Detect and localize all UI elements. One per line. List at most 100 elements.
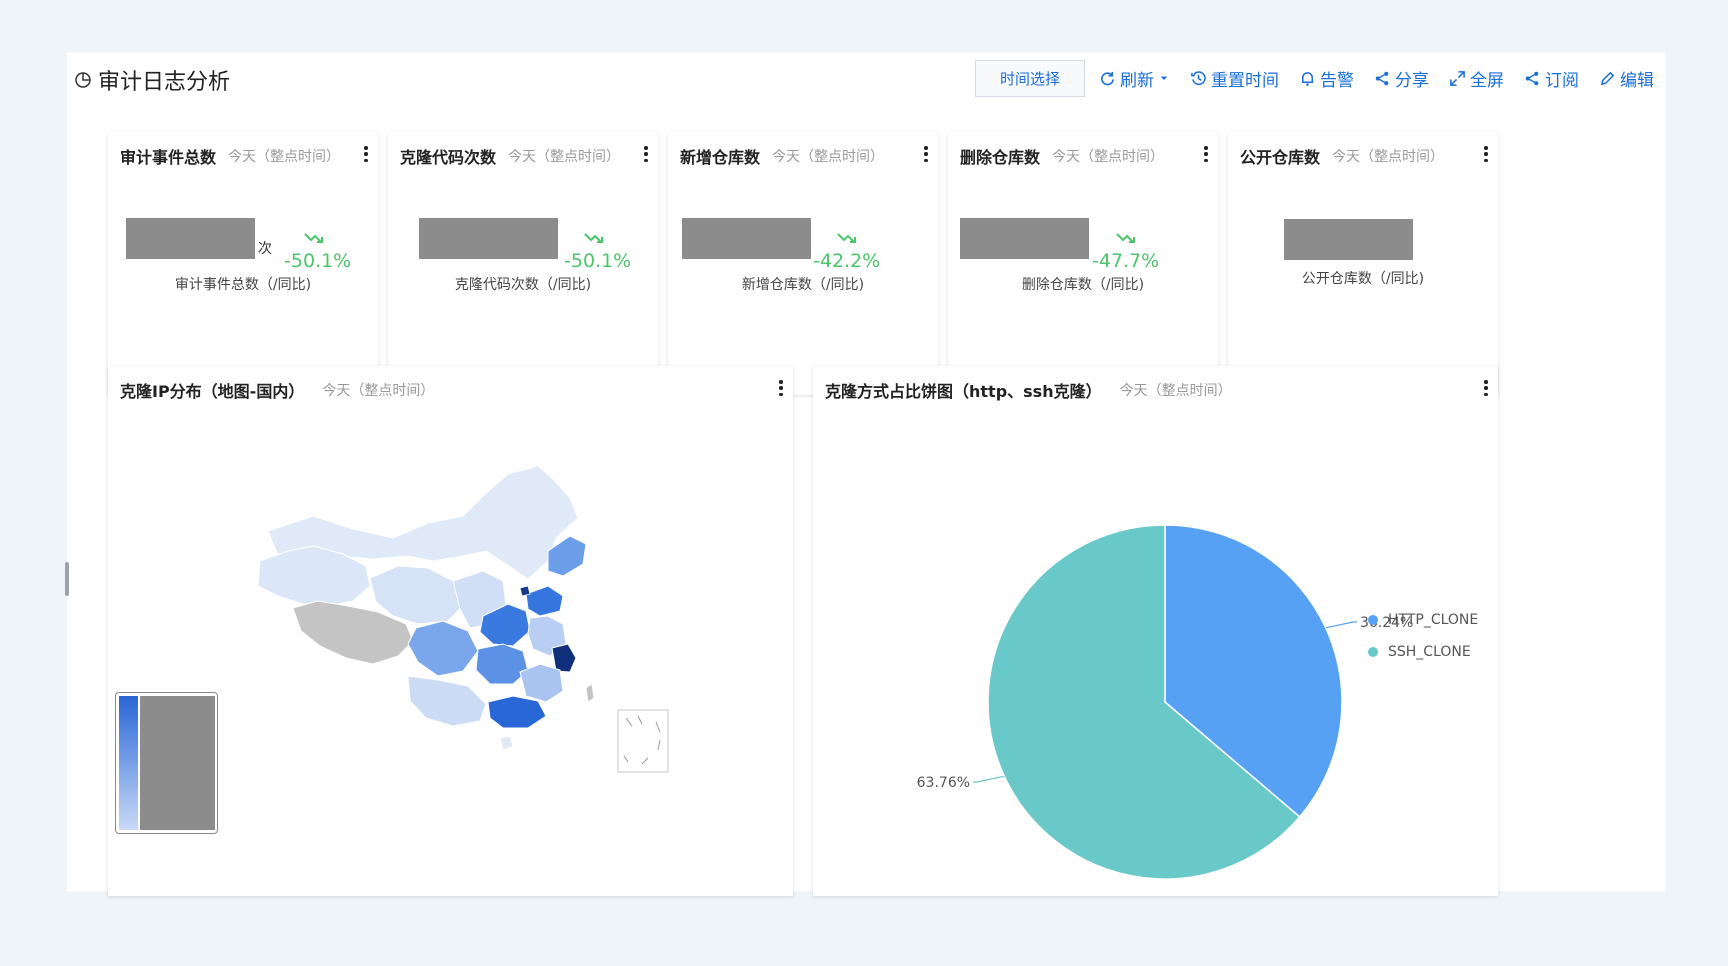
kpi-label: 新增仓库数（/同比) (741, 277, 865, 293)
redacted-value (1284, 219, 1413, 260)
card-subtitle: 今天（整点时间） (228, 149, 341, 165)
map-region-guangdong (487, 695, 547, 729)
dashboard-header: 审计日志分析 时间选择 刷新 重置时间 告警 分享 全屏 订阅 编辑 (67, 53, 1666, 103)
change-percent: -47.7% (1092, 250, 1160, 272)
map-panel: 克隆IP分布（地图-国内） 今天（整点时间） (108, 366, 793, 896)
map-region-beijing (519, 585, 531, 597)
redacted-value (419, 218, 558, 259)
more-menu-icon[interactable] (924, 146, 928, 162)
map-visual-map-legend[interactable] (115, 692, 218, 834)
share-icon (1375, 71, 1389, 85)
card-title: 公开仓库数 (1240, 148, 1321, 167)
legend-label: HTTP_CLONE (1388, 612, 1479, 628)
redacted-value (682, 218, 811, 259)
card-title: 新增仓库数 (680, 148, 761, 167)
map-region-hubei-hunan (475, 643, 529, 685)
kpi-card-public-repos: 公开仓库数 今天（整点时间） 公开仓库数（/同比) (1228, 132, 1498, 395)
legend-dot (1368, 647, 1378, 657)
card-title: 删除仓库数 (960, 148, 1041, 167)
pie-chart-icon (75, 72, 91, 88)
card-header: 公开仓库数 今天（整点时间） (1240, 144, 1488, 168)
trend-down-icon (304, 233, 323, 243)
more-menu-icon[interactable] (364, 146, 368, 162)
map-region-zhejiang-shanghai (551, 643, 577, 673)
bell-icon (1301, 71, 1314, 86)
subscribe-button[interactable]: 订阅 (1524, 66, 1579, 91)
trend-down-icon (584, 233, 603, 243)
card-header: 审计事件总数 今天（整点时间） (120, 144, 368, 168)
kpi-card-deleted-repos: 删除仓库数 今天（整点时间） -47.7% 删除仓库数（/同比) (948, 132, 1218, 395)
redacted-value (960, 218, 1089, 259)
map-region-taiwan (585, 683, 595, 703)
more-menu-icon[interactable] (1484, 146, 1488, 162)
expand-icon (1450, 70, 1465, 86)
card-subtitle: 今天（整点时间） (1332, 149, 1445, 165)
map-region-jiangxi-fujian (519, 663, 564, 703)
kpi-card-new-repos: 新增仓库数 今天（整点时间） -42.2% 新增仓库数（/同比) (668, 132, 938, 395)
reset-time-button[interactable]: 重置时间 (1190, 66, 1279, 91)
history-icon (1191, 70, 1206, 85)
share-label: 分享 (1395, 70, 1429, 91)
legend-item-http[interactable]: HTTP_CLONE (1368, 612, 1478, 628)
kpi-label: 审计事件总数（/同比) (174, 277, 312, 293)
refresh-button[interactable]: 刷新 (1099, 66, 1170, 91)
more-menu-icon[interactable] (644, 146, 648, 162)
legend-gradient (119, 696, 138, 830)
clone-method-pie-chart: 36.24%63.76% (917, 524, 1413, 880)
legend-dot (1368, 615, 1378, 625)
refresh-label: 刷新 (1120, 70, 1154, 91)
edit-button[interactable]: 编辑 (1599, 66, 1654, 91)
sidebar-drag-handle[interactable] (65, 562, 69, 596)
pie-label-line (1325, 621, 1357, 629)
share-button[interactable]: 分享 (1374, 66, 1429, 91)
card-subtitle: 今天（整点时间） (1052, 149, 1165, 165)
legend-label: SSH_CLONE (1388, 644, 1471, 660)
card-subtitle: 今天（整点时间） (772, 149, 885, 165)
kpi-card-clone-count: 克隆代码次数 今天（整点时间） -50.1% 克隆代码次数（/同比) (388, 132, 658, 395)
map-region-shandong (525, 585, 564, 617)
dashboard-frame: 审计日志分析 时间选择 刷新 重置时间 告警 分享 全屏 订阅 编辑 审计事件总… (65, 53, 1666, 896)
page-title: 审计日志分析 (98, 70, 231, 95)
change-percent: -50.1% (284, 250, 352, 272)
redacted-legend (140, 696, 215, 830)
alert-label: 告警 (1320, 70, 1354, 91)
change-percent: -50.1% (564, 250, 632, 272)
legend-item-ssh[interactable]: SSH_CLONE (1368, 644, 1471, 660)
pie-label-line (973, 775, 1005, 783)
time-select-button[interactable]: 时间选择 (974, 59, 1085, 97)
trend-down-icon (837, 233, 856, 243)
map-region-southwest (407, 675, 487, 727)
chevron-down-icon (1160, 76, 1168, 80)
fullscreen-label: 全屏 (1470, 70, 1504, 91)
redacted-value (126, 218, 255, 259)
kpi-card-audit-events: 审计事件总数 今天（整点时间） 次 -50.1% 审计事件总数（/同比) (108, 132, 378, 395)
alert-button[interactable]: 告警 (1299, 66, 1354, 91)
card-title: 审计事件总数 (120, 148, 217, 167)
pencil-icon (1600, 71, 1615, 85)
card-title: 克隆代码次数 (400, 148, 497, 167)
title-area: 审计日志分析 (74, 64, 230, 96)
more-menu-icon[interactable] (1204, 146, 1208, 162)
time-select-label: 时间选择 (999, 69, 1060, 88)
card-header: 新增仓库数 今天（整点时间） (680, 144, 928, 168)
kpi-label: 公开仓库数（/同比) (1301, 271, 1425, 287)
value-unit: 次 (258, 241, 272, 257)
reset-time-label: 重置时间 (1211, 70, 1279, 91)
subscribe-label: 订阅 (1545, 70, 1579, 91)
share-icon (1525, 71, 1539, 85)
card-subtitle: 今天（整点时间） (508, 149, 621, 165)
edit-label: 编辑 (1620, 70, 1654, 91)
kpi-label: 删除仓库数（/同比) (1021, 277, 1145, 293)
card-header: 克隆代码次数 今天（整点时间） (400, 144, 648, 168)
fullscreen-button[interactable]: 全屏 (1449, 66, 1504, 91)
change-percent: -42.2% (813, 250, 881, 272)
refresh-icon (1101, 71, 1114, 85)
pie-panel: 克隆方式占比饼图（http、ssh克隆） 今天（整点时间） 36.24% 63.7… (813, 366, 1498, 896)
map-region-hainan (499, 735, 514, 751)
pie-data-label: 63.76% (917, 775, 970, 791)
map-region-sichuan (407, 620, 479, 677)
kpi-label: 克隆代码次数（/同比) (454, 277, 592, 293)
trend-down-icon (1116, 233, 1135, 243)
toolbar: 时间选择 刷新 重置时间 告警 分享 全屏 订阅 编辑 (974, 58, 1654, 98)
card-header: 删除仓库数 今天（整点时间） (960, 144, 1208, 168)
